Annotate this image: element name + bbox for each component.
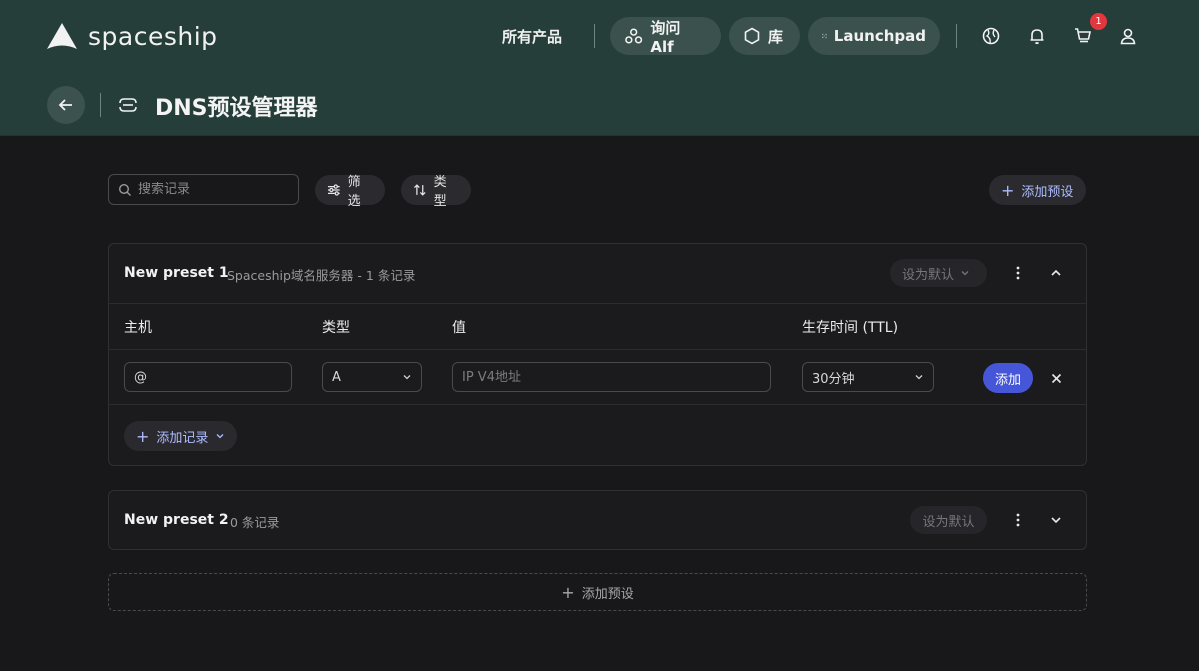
add-preset-label: 添加预设	[1021, 184, 1074, 200]
user-icon	[1120, 28, 1136, 45]
chevron-down-icon	[216, 434, 224, 439]
spaceship-logo-icon	[47, 23, 77, 49]
nav-all-products[interactable]: 所有产品	[502, 26, 562, 47]
search-icon	[118, 183, 131, 196]
more-vertical-icon	[1016, 266, 1020, 280]
notifications-button[interactable]	[1025, 24, 1049, 48]
value-input[interactable]	[462, 369, 761, 385]
expand-button[interactable]	[1044, 508, 1068, 532]
add-preset-button[interactable]: + 添加预设	[989, 175, 1086, 205]
host-input[interactable]	[134, 369, 282, 385]
column-header-host: 主机	[124, 320, 152, 336]
preset-subtitle: 0 条记录	[230, 515, 280, 530]
globe-icon	[982, 27, 1000, 45]
cart-icon	[1075, 28, 1091, 43]
language-button[interactable]	[979, 24, 1003, 48]
ask-alf-label: 询问 Alf	[650, 18, 681, 56]
add-record-label: 添加记录	[156, 430, 209, 446]
chevron-up-icon	[1051, 269, 1061, 276]
set-default-button[interactable]: 设为默认	[890, 259, 987, 287]
launchpad-button[interactable]: Launchpad	[808, 17, 940, 55]
preset-subtitle: Spaceship域名服务器 - 1 条记录	[227, 268, 416, 283]
divider	[109, 349, 1086, 350]
plus-icon: +	[561, 582, 575, 602]
type-select-value: A	[332, 369, 341, 385]
search-input[interactable]	[138, 182, 288, 197]
value-field[interactable]	[452, 362, 771, 392]
page-title: DNS预设管理器	[155, 96, 318, 121]
dns-icon	[117, 94, 139, 116]
add-preset-dashed-button[interactable]: + 添加预设	[108, 573, 1087, 611]
host-field[interactable]	[124, 362, 292, 392]
chevron-down-icon	[403, 375, 411, 380]
chevron-down-icon	[915, 375, 923, 380]
column-header-type: 类型	[322, 320, 350, 336]
more-options-button[interactable]	[1006, 508, 1030, 532]
divider	[109, 303, 1086, 304]
more-vertical-icon	[1016, 513, 1020, 527]
chevron-down-icon	[961, 271, 969, 276]
back-button[interactable]	[47, 86, 85, 124]
column-header-ttl: 生存时间 (TTL)	[802, 320, 899, 336]
add-record-submit-button[interactable]: 添加	[983, 363, 1033, 393]
more-options-button[interactable]	[1006, 261, 1030, 285]
hexagon-icon	[744, 27, 760, 45]
nav-divider	[956, 24, 957, 48]
alf-icon	[625, 28, 643, 44]
filter-label: 筛选	[347, 175, 361, 209]
type-sort-label: 类型	[433, 175, 447, 209]
launchpad-icon	[822, 33, 827, 39]
set-default-button[interactable]: 设为默认	[910, 506, 987, 534]
ask-alf-button[interactable]: 询问 Alf	[610, 17, 721, 56]
bell-icon	[1030, 29, 1044, 45]
brand-name: spaceship	[88, 21, 218, 51]
divider	[109, 404, 1086, 405]
add-record-button[interactable]: + 添加记录	[124, 421, 238, 451]
nav-divider	[594, 24, 595, 48]
arrow-left-icon	[58, 99, 72, 111]
close-icon	[1051, 373, 1061, 383]
preset-name: New preset 1	[124, 265, 229, 281]
ttl-select[interactable]: 30分钟	[802, 362, 934, 392]
library-button[interactable]: 库	[729, 17, 800, 55]
top-header: spaceship 所有产品 询问 Alf 库 Launchpad 1 DNS预…	[0, 0, 1199, 136]
ttl-select-value: 30分钟	[812, 371, 855, 387]
chevron-down-icon	[1051, 517, 1061, 524]
remove-row-button[interactable]	[1044, 366, 1068, 390]
brand-logo[interactable]: spaceship	[46, 20, 218, 52]
plus-icon: +	[136, 426, 150, 446]
account-button[interactable]	[1116, 24, 1140, 48]
filter-button[interactable]: 筛选	[315, 175, 385, 209]
add-preset-label: 添加预设	[581, 586, 634, 602]
set-default-label: 设为默认	[922, 514, 975, 530]
set-default-label: 设为默认	[902, 267, 955, 283]
type-sort-button[interactable]: 类型	[401, 175, 471, 209]
type-select[interactable]: A	[322, 362, 422, 392]
sliders-icon	[327, 184, 340, 196]
plus-icon: +	[1001, 180, 1015, 200]
column-header-value: 值	[452, 320, 466, 336]
cart-count-badge: 1	[1090, 13, 1107, 30]
title-divider	[100, 93, 101, 117]
preset-name: New preset 2	[124, 512, 229, 528]
sort-arrows-icon	[414, 184, 426, 196]
library-label: 库	[768, 27, 784, 46]
search-field[interactable]	[108, 174, 299, 205]
launchpad-label: Launchpad	[833, 27, 926, 45]
cart-button[interactable]	[1071, 24, 1095, 48]
collapse-button[interactable]	[1044, 261, 1068, 285]
